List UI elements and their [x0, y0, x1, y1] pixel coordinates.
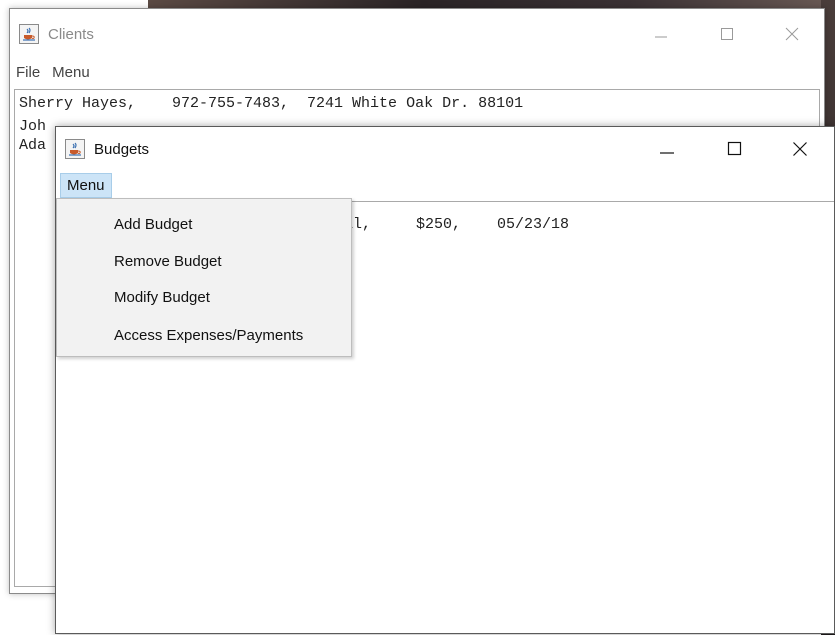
budget-row[interactable]: oval, $250, 05/23/18: [326, 216, 569, 233]
clients-title: Clients: [48, 25, 94, 43]
clients-maximize-button[interactable]: [704, 9, 750, 59]
client-row[interactable]: Sherry Hayes, 972-755-7483, 7241 White O…: [19, 95, 523, 112]
minimize-icon: [660, 152, 674, 154]
menu-item-add-budget[interactable]: Add Budget: [114, 214, 192, 236]
budgets-menubar: Menu: [56, 172, 834, 199]
java-cup-icon: [65, 139, 85, 159]
client-row[interactable]: Ada: [19, 137, 46, 154]
menu-item-modify-budget[interactable]: Modify Budget: [114, 287, 210, 309]
maximize-icon: [727, 141, 742, 156]
budgets-maximize-button[interactable]: [712, 127, 758, 171]
close-icon: [785, 27, 799, 41]
clients-close-button[interactable]: [769, 9, 815, 59]
client-row[interactable]: Joh: [19, 118, 46, 135]
budgets-title: Budgets: [94, 140, 150, 158]
maximize-icon: [721, 28, 733, 40]
budgets-menu-dropdown: Add Budget Remove Budget Modify Budget A…: [56, 198, 352, 357]
budgets-close-button[interactable]: [777, 127, 823, 171]
menu-item-access-expenses-payments[interactable]: Access Expenses/Payments: [114, 325, 303, 347]
clients-minimize-button[interactable]: [638, 9, 684, 59]
menu-item-remove-budget[interactable]: Remove Budget: [114, 251, 222, 273]
java-cup-icon: [19, 24, 39, 44]
budgets-minimize-button[interactable]: [644, 127, 690, 171]
close-icon: [793, 142, 807, 156]
clients-titlebar[interactable]: Clients: [10, 9, 824, 59]
budgets-titlebar[interactable]: Budgets: [56, 127, 834, 171]
budgets-menu-button[interactable]: Menu: [60, 173, 112, 198]
clients-menu-file[interactable]: File: [16, 64, 40, 81]
minimize-icon: [655, 36, 667, 38]
clients-menu-menu[interactable]: Menu: [52, 64, 90, 81]
clients-menubar: File Menu: [10, 60, 824, 84]
